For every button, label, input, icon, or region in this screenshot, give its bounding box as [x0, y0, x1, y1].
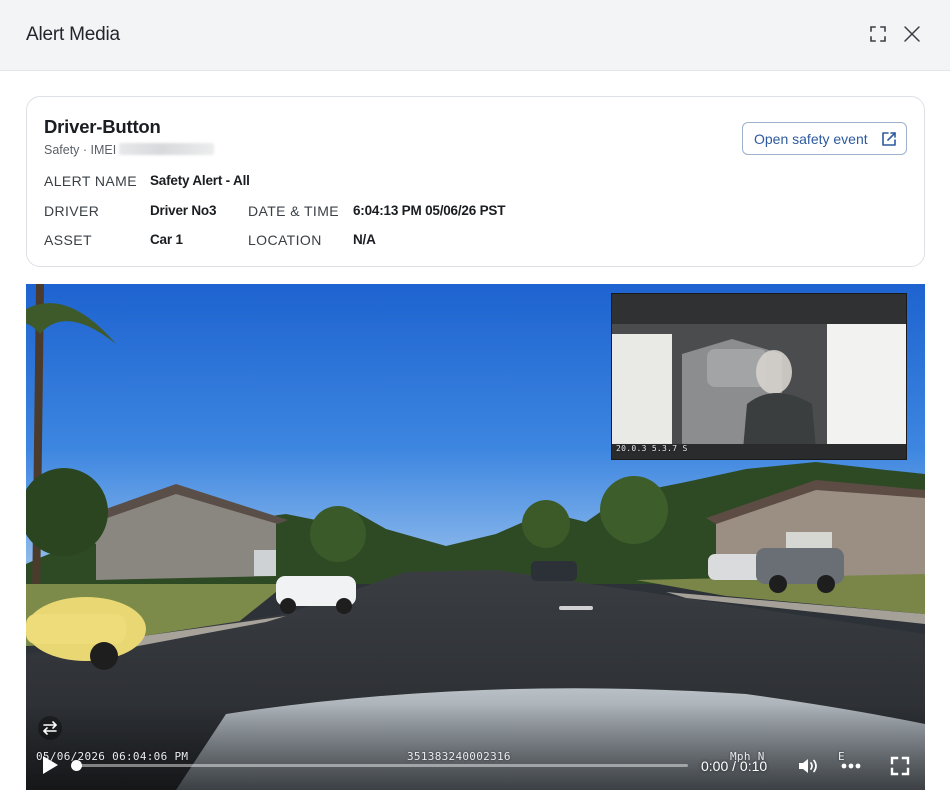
- masked-imei: [119, 143, 215, 155]
- alert-name-value: Safety Alert - All: [150, 173, 250, 188]
- progress-thumb[interactable]: [71, 760, 82, 771]
- driver-label: DRIVER: [44, 203, 100, 219]
- event-name: Driver-Button: [44, 116, 161, 137]
- volume-icon[interactable]: [796, 754, 820, 778]
- inward-camera-pip[interactable]: 20.0.3 5.3.7 S: [611, 293, 907, 460]
- time-display: 0:00 / 0:10: [701, 758, 768, 774]
- external-link-icon: [881, 131, 897, 147]
- progress-bar[interactable]: [71, 760, 688, 771]
- overlay-device-id: 351383240002316: [407, 750, 511, 763]
- event-subtitle: Safety · IMEI: [44, 143, 215, 157]
- date-time-value: 6:04:13 PM 05/06/26 PST: [353, 203, 506, 218]
- alert-name-label: ALERT NAME: [44, 173, 137, 189]
- driver-value: Driver No3: [150, 203, 217, 218]
- expand-icon[interactable]: [867, 23, 889, 45]
- modal-title: Alert Media: [26, 24, 120, 45]
- pip-overlay-text: 20.0.3 5.3.7 S: [616, 444, 688, 453]
- date-time-label: DATE & TIME: [248, 203, 340, 219]
- open-safety-event-label: Open safety event: [754, 131, 868, 147]
- event-subtitle-prefix: Safety · IMEI: [44, 143, 117, 157]
- fullscreen-icon[interactable]: [888, 754, 912, 778]
- play-icon[interactable]: [40, 754, 60, 776]
- cabin-view: [612, 294, 906, 459]
- asset-value: Car 1: [150, 232, 183, 247]
- event-info-card: Driver-Button Safety · IMEI ALERT NAME S…: [26, 96, 925, 267]
- more-options-icon[interactable]: [838, 754, 864, 778]
- location-value: N/A: [353, 232, 376, 247]
- swap-camera-icon[interactable]: [38, 716, 62, 740]
- modal-header: Alert Media: [0, 0, 950, 71]
- location-label: LOCATION: [248, 232, 322, 248]
- asset-label: ASSET: [44, 232, 92, 248]
- open-safety-event-button[interactable]: Open safety event: [742, 122, 907, 155]
- close-icon[interactable]: [901, 23, 923, 45]
- video-player[interactable]: 20.0.3 5.3.7 S 05/06/2026 06:04:06 PM 35…: [26, 284, 925, 790]
